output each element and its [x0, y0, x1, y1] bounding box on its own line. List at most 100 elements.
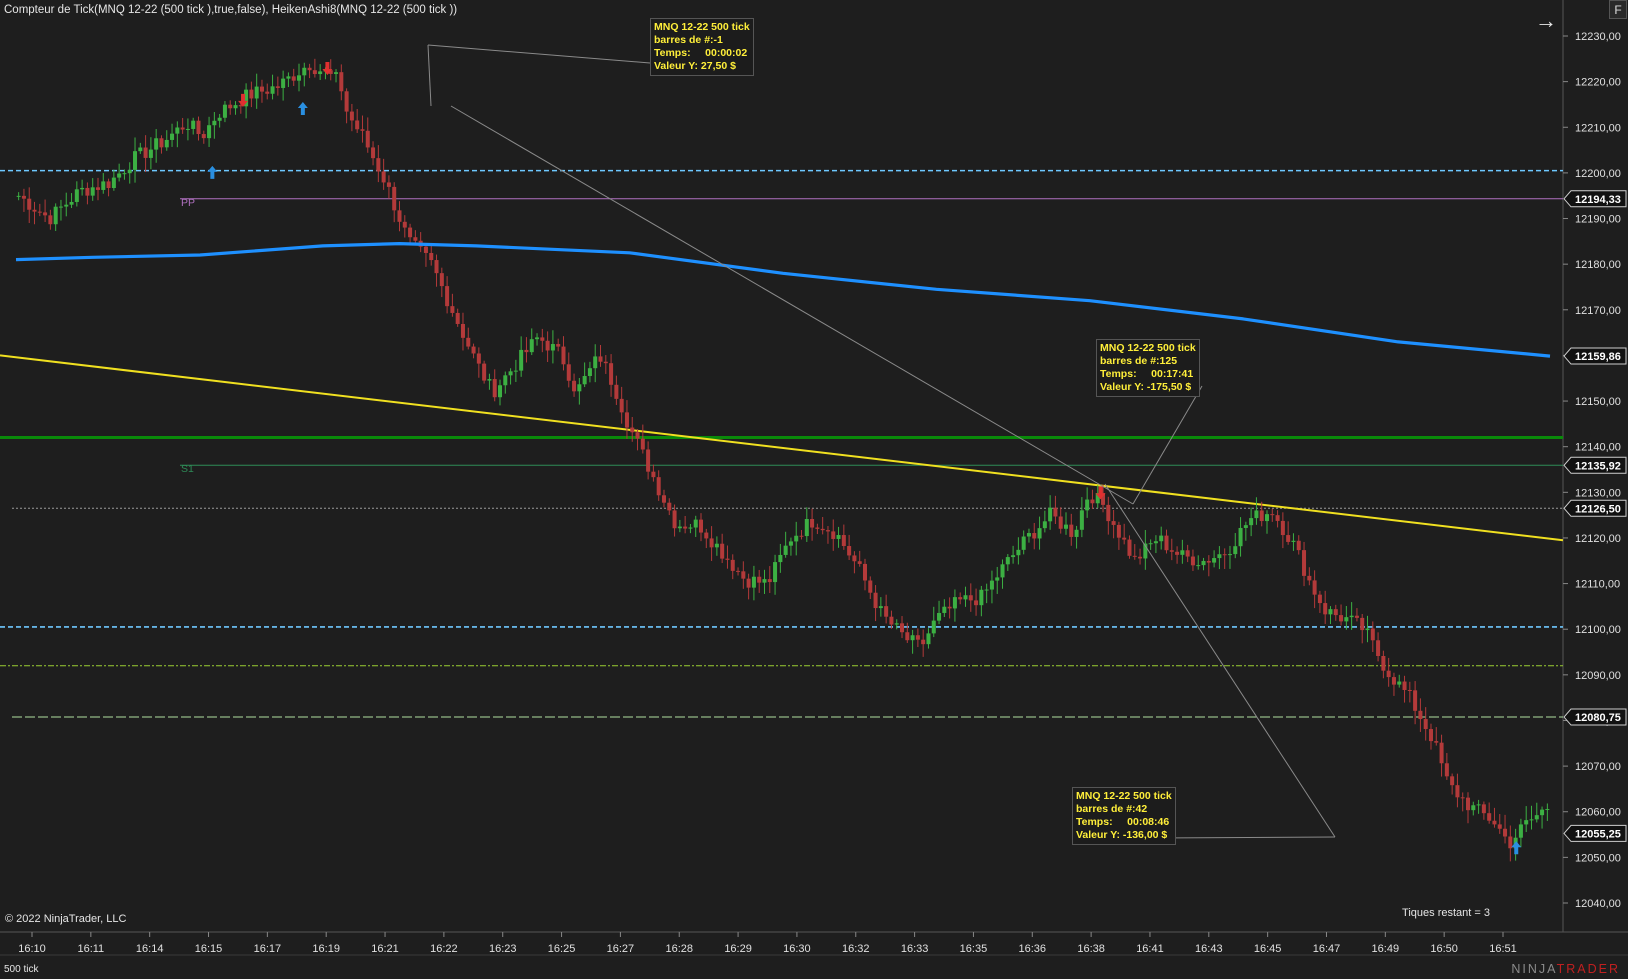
candle-body — [185, 128, 190, 130]
candle-body — [1365, 628, 1370, 631]
candle-body — [540, 337, 545, 341]
candle-body — [1206, 560, 1211, 563]
candle-body — [794, 535, 799, 542]
candle-body — [783, 545, 788, 555]
candle-body — [1275, 515, 1280, 521]
candle-body — [1159, 535, 1164, 542]
candle-body — [339, 72, 344, 92]
x-tick-label: 16:10 — [18, 943, 46, 955]
candle-body — [1063, 524, 1069, 529]
tooltip-title: MNQ 12-22 500 tick — [654, 21, 750, 33]
candle-body — [815, 527, 820, 529]
candle-body — [318, 71, 323, 75]
candle-body — [847, 546, 852, 556]
tooltip-time: Temps: 00:08:46 — [1076, 816, 1170, 828]
arrow-right-icon[interactable]: → — [1535, 8, 1557, 34]
candle-body — [1376, 640, 1381, 657]
candle-body — [397, 210, 402, 222]
candle-body — [1106, 504, 1111, 522]
price-flag-label: 12126,50 — [1575, 503, 1621, 515]
x-tick-label: 16:36 — [1019, 943, 1047, 955]
candle-body — [799, 535, 804, 537]
candle-body — [1233, 546, 1238, 555]
candle-body — [1386, 670, 1391, 678]
f-button[interactable]: F — [1609, 0, 1627, 19]
candle-body — [1296, 540, 1301, 551]
period-label: 500 tick — [4, 964, 39, 975]
candle-body — [688, 527, 693, 529]
copyright: © 2022 NinjaTrader, LLC — [5, 913, 127, 925]
candle-body — [1116, 524, 1121, 538]
candle-body — [693, 519, 698, 528]
candle-body — [519, 349, 524, 371]
candle-body — [1423, 719, 1428, 730]
candle-body — [921, 639, 926, 645]
candle-body — [1534, 815, 1539, 820]
candle-body — [862, 563, 867, 581]
candle-body — [561, 346, 566, 365]
candle-body — [64, 204, 69, 207]
candle-body — [386, 182, 391, 187]
tooltip-time: Temps: 00:00:02 — [654, 47, 748, 59]
x-tick-label: 16:29 — [724, 943, 752, 955]
candle-body — [905, 632, 910, 641]
x-tick-label: 16:50 — [1430, 943, 1458, 955]
candle-body — [1344, 617, 1349, 622]
candle-body — [873, 592, 878, 609]
candle-body — [1016, 549, 1021, 556]
candle-body — [1413, 690, 1418, 711]
candle-body — [482, 363, 487, 381]
candle-body — [1000, 564, 1005, 578]
price-flag-label: 12135,92 — [1575, 460, 1621, 472]
candle-body — [1524, 820, 1529, 825]
x-tick-label: 16:27 — [607, 943, 635, 955]
candle-body — [460, 323, 465, 338]
candle-body — [868, 580, 873, 593]
candle-body — [1492, 820, 1497, 825]
candle-body — [984, 589, 989, 591]
x-tick-label: 16:41 — [1136, 943, 1164, 955]
candle-body — [757, 576, 762, 583]
candle-body — [37, 211, 42, 213]
candle-body — [857, 561, 862, 564]
candle-body — [714, 543, 719, 548]
candle-body — [931, 620, 936, 634]
candle-body — [1402, 681, 1407, 690]
y-tick-label: 12100,00 — [1575, 624, 1621, 636]
price-chart[interactable]: 12040,0012050,0012060,0012070,0012080,00… — [0, 0, 1628, 979]
candle-body — [773, 562, 778, 583]
candle-body — [1286, 535, 1291, 542]
candle-body — [58, 206, 63, 208]
candle-body — [1069, 524, 1074, 537]
candle-body — [1439, 742, 1444, 764]
y-tick-label: 12050,00 — [1575, 852, 1621, 864]
y-tick-label: 12120,00 — [1575, 533, 1621, 545]
y-tick-label: 12220,00 — [1575, 77, 1621, 89]
candle-body — [609, 363, 614, 385]
candle-body — [1074, 529, 1079, 537]
candle-body — [1201, 560, 1206, 566]
candle-body — [159, 138, 164, 148]
candle-body — [122, 173, 127, 175]
candle-body — [1254, 510, 1259, 519]
candle-body — [80, 187, 85, 190]
x-tick-label: 16:23 — [489, 943, 517, 955]
x-tick-label: 16:47 — [1313, 943, 1341, 955]
candle-body — [825, 530, 830, 532]
candle-body — [1381, 656, 1386, 671]
s1-label: S1 — [181, 463, 194, 475]
y-tick-label: 12230,00 — [1575, 31, 1621, 43]
candle-body — [1127, 539, 1132, 556]
candle-body — [222, 104, 227, 118]
candle-body — [1545, 809, 1550, 811]
candle-body — [1418, 710, 1423, 720]
candle-body — [1090, 499, 1095, 504]
x-tick-label: 16:19 — [312, 943, 340, 955]
x-tick-label: 16:17 — [254, 943, 282, 955]
candle-body — [1238, 527, 1243, 547]
candle-body — [767, 579, 772, 583]
x-tick-label: 16:28 — [665, 943, 693, 955]
candle-body — [170, 133, 175, 140]
candle-body — [1011, 555, 1016, 558]
candle-body — [741, 571, 746, 579]
